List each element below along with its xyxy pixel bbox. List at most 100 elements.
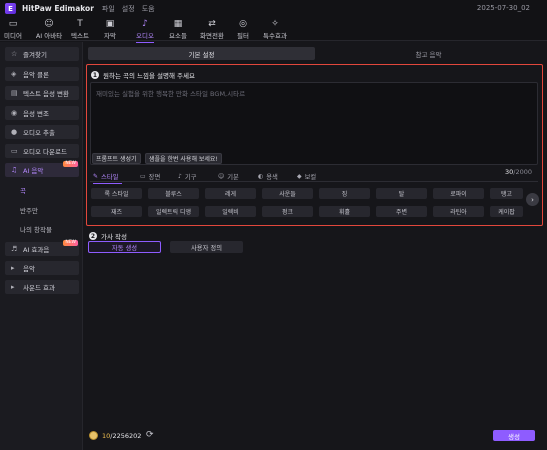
lyrics-heading: 2 가사 작성 <box>89 231 127 241</box>
app-name: HitPaw Edimakor <box>22 4 94 13</box>
tool-media[interactable]: ▭ 미디어 <box>0 19 30 40</box>
settings-tabs: 기본 설정 참고 음악 <box>88 47 543 60</box>
palette-icon: ✎ <box>93 173 99 180</box>
tool-label: 필터 <box>237 32 249 40</box>
style-tag[interactable]: 재즈 <box>91 206 142 217</box>
style-tag[interactable]: 휘휼 <box>319 206 370 217</box>
prompt-section: 1 원하는 곡의 느낌을 설명해 주세요 재미있는 실험을 위한 행복한 만화 … <box>86 64 543 226</box>
auto-generate-lyrics-button[interactable]: 자동 생성 <box>88 241 161 253</box>
tool-text[interactable]: T 텍스트 <box>63 19 97 40</box>
step-number: 2 <box>89 232 97 240</box>
sidebar-item-label: AI 효과음 <box>23 246 50 254</box>
star-icon: ☆ <box>11 50 18 58</box>
category-instrument[interactable]: ♪ 기구 <box>178 172 196 181</box>
style-tag[interactable]: 블루스 <box>148 188 199 199</box>
sidebar-item-voice-changer[interactable]: ◉ 음성 변조 <box>5 106 79 120</box>
tone-icon: ◐ <box>258 173 264 180</box>
category-tone[interactable]: ◐ 용색 <box>258 172 278 181</box>
category-mood[interactable]: ☺ 기분 <box>218 172 239 181</box>
voice-changer-icon: ◉ <box>11 109 18 117</box>
sidebar-item-audio-extract[interactable]: ● 오디오 추출 <box>5 125 79 139</box>
tab-reference-music[interactable]: 참고 음악 <box>315 47 542 60</box>
sidebar-sub-song[interactable]: 곡 <box>20 185 26 195</box>
sidebar-item-audio-download[interactable]: ▭ 오디오 다운로드 <box>5 144 79 158</box>
style-tag[interactable]: 탈 <box>376 188 427 199</box>
category-label: 장면 <box>148 174 161 181</box>
tab-basic-settings[interactable]: 기본 설정 <box>88 47 315 60</box>
sidebar-item-ai-music[interactable]: ♫ AI 음악 NEW <box>5 161 79 177</box>
caret-right-icon: ▸ <box>11 283 15 291</box>
ai-music-icon: ♫ <box>11 166 18 174</box>
sidebar-sub-instrumental[interactable]: 반주만 <box>20 205 38 215</box>
step-number: 1 <box>91 71 99 79</box>
folder-icon: ▭ <box>8 19 18 29</box>
sidebar-item-music-clone[interactable]: ◈ 음악 클론 <box>5 67 79 81</box>
sidebar-sub-my-creations[interactable]: 나의 창작물 <box>20 224 52 234</box>
tool-ai-avatar[interactable]: ☺ AI 아바타 <box>32 19 66 40</box>
mic-icon: ● <box>11 128 18 136</box>
effects-icon: ✧ <box>271 19 279 29</box>
category-vocal[interactable]: ◆ 보컬 <box>297 172 316 181</box>
mood-icon: ☺ <box>218 173 225 180</box>
transition-icon: ⇄ <box>208 19 216 29</box>
sidebar-item-favorites[interactable]: ☆ 즐겨찾기 <box>5 47 79 61</box>
tts-icon: ▤ <box>11 89 18 97</box>
new-badge: NEW <box>63 161 78 167</box>
menu-file[interactable]: 파일 <box>102 4 115 14</box>
sidebar-item-label: 오디오 다운로드 <box>23 148 67 156</box>
tool-filter[interactable]: ◎ 필터 <box>226 19 260 40</box>
chevron-right-icon[interactable]: › <box>526 193 539 206</box>
prompt-heading: 1 원하는 곡의 느낌을 설명해 주세요 <box>91 70 195 80</box>
generate-button[interactable]: 생성 <box>493 430 535 441</box>
category-label: 기구 <box>184 174 197 181</box>
refresh-icon[interactable]: ⟳ <box>146 430 154 440</box>
style-tag[interactable]: 록 스타일 <box>91 188 142 199</box>
title-bar: E HitPaw Edimakor 파일 설정 도움 2025-07-30_02 <box>0 0 547 17</box>
sidebar-item-label: 오디오 추출 <box>23 129 55 137</box>
category-style[interactable]: ✎ 스타일 <box>93 172 123 184</box>
footer-bar: 10/2256202 ⟳ 생성 <box>88 429 543 443</box>
tool-elements[interactable]: ▦ 요소들 <box>161 19 195 40</box>
style-tag[interactable]: 일렉비 <box>205 206 256 217</box>
style-tag[interactable]: 사운들 <box>262 188 313 199</box>
tool-effects[interactable]: ✧ 특수효과 <box>258 19 292 40</box>
try-sample-button[interactable]: 샘플을 한번 사용해 보세요! <box>145 153 222 164</box>
tool-label: 자막 <box>104 32 116 40</box>
sidebar-item-sound-effects[interactable]: ▸ 사운드 효과 <box>5 280 79 294</box>
credits-total: /2256202 <box>110 432 142 440</box>
sidebar-item-label: 음성 변조 <box>23 110 49 118</box>
style-tag[interactable]: 로파이 <box>433 188 484 199</box>
menu-bar: 파일 설정 도움 <box>102 4 155 14</box>
style-tag[interactable]: 펑크 <box>262 206 313 217</box>
project-date: 2025-07-30_02 <box>476 4 530 12</box>
style-tag[interactable]: 라틴아 <box>433 206 484 217</box>
style-tag[interactable]: 주변 <box>376 206 427 217</box>
lyrics-title: 가사 작성 <box>101 233 127 241</box>
elements-icon: ▦ <box>173 19 183 29</box>
tool-label: 텍스트 <box>71 32 89 40</box>
prompt-generator-button[interactable]: 프롬프트 생성기 <box>92 153 141 164</box>
tool-subtitle[interactable]: ▣ 자막 <box>93 19 127 40</box>
menu-help[interactable]: 도움 <box>142 4 155 14</box>
tool-label: 미디어 <box>4 32 22 40</box>
menu-settings[interactable]: 설정 <box>122 4 135 14</box>
caret-right-icon: ▸ <box>11 264 15 272</box>
sidebar-item-label: AI 음악 <box>23 167 44 175</box>
clone-icon: ◈ <box>11 70 17 78</box>
style-tag[interactable]: 일렉트릭 디앵 <box>148 206 199 217</box>
prompt-placeholder: 재미있는 실험을 위한 행복한 만화 스타일 BGM,시타르 <box>96 90 246 98</box>
category-label: 용색 <box>266 174 278 181</box>
custom-lyrics-button[interactable]: 사용자 정의 <box>170 241 243 253</box>
sidebar-item-ai-sfx[interactable]: ♬ AI 효과음 NEW <box>5 240 79 256</box>
category-scene[interactable]: ▭ 장면 <box>140 172 160 181</box>
sidebar-item-music[interactable]: ▸ 음악 <box>5 261 79 275</box>
tool-transition[interactable]: ⇄ 화면전환 <box>195 19 229 40</box>
tool-audio[interactable]: ♪ 오디오 <box>128 19 162 43</box>
category-label: 보컬 <box>304 174 317 181</box>
category-tabs: ✎ 스타일 ▭ 장면 ♪ 기구 ☺ 기분 ◐ 용색 ◆ 보컬 <box>90 171 538 184</box>
style-tag[interactable]: 탱고 <box>490 188 523 199</box>
style-tag[interactable]: 징 <box>319 188 370 199</box>
style-tag[interactable]: 레게 <box>205 188 256 199</box>
style-tag[interactable]: 케이팝 <box>490 206 523 217</box>
sidebar-item-tts[interactable]: ▤ 텍스트 음성 변환 <box>5 86 79 100</box>
